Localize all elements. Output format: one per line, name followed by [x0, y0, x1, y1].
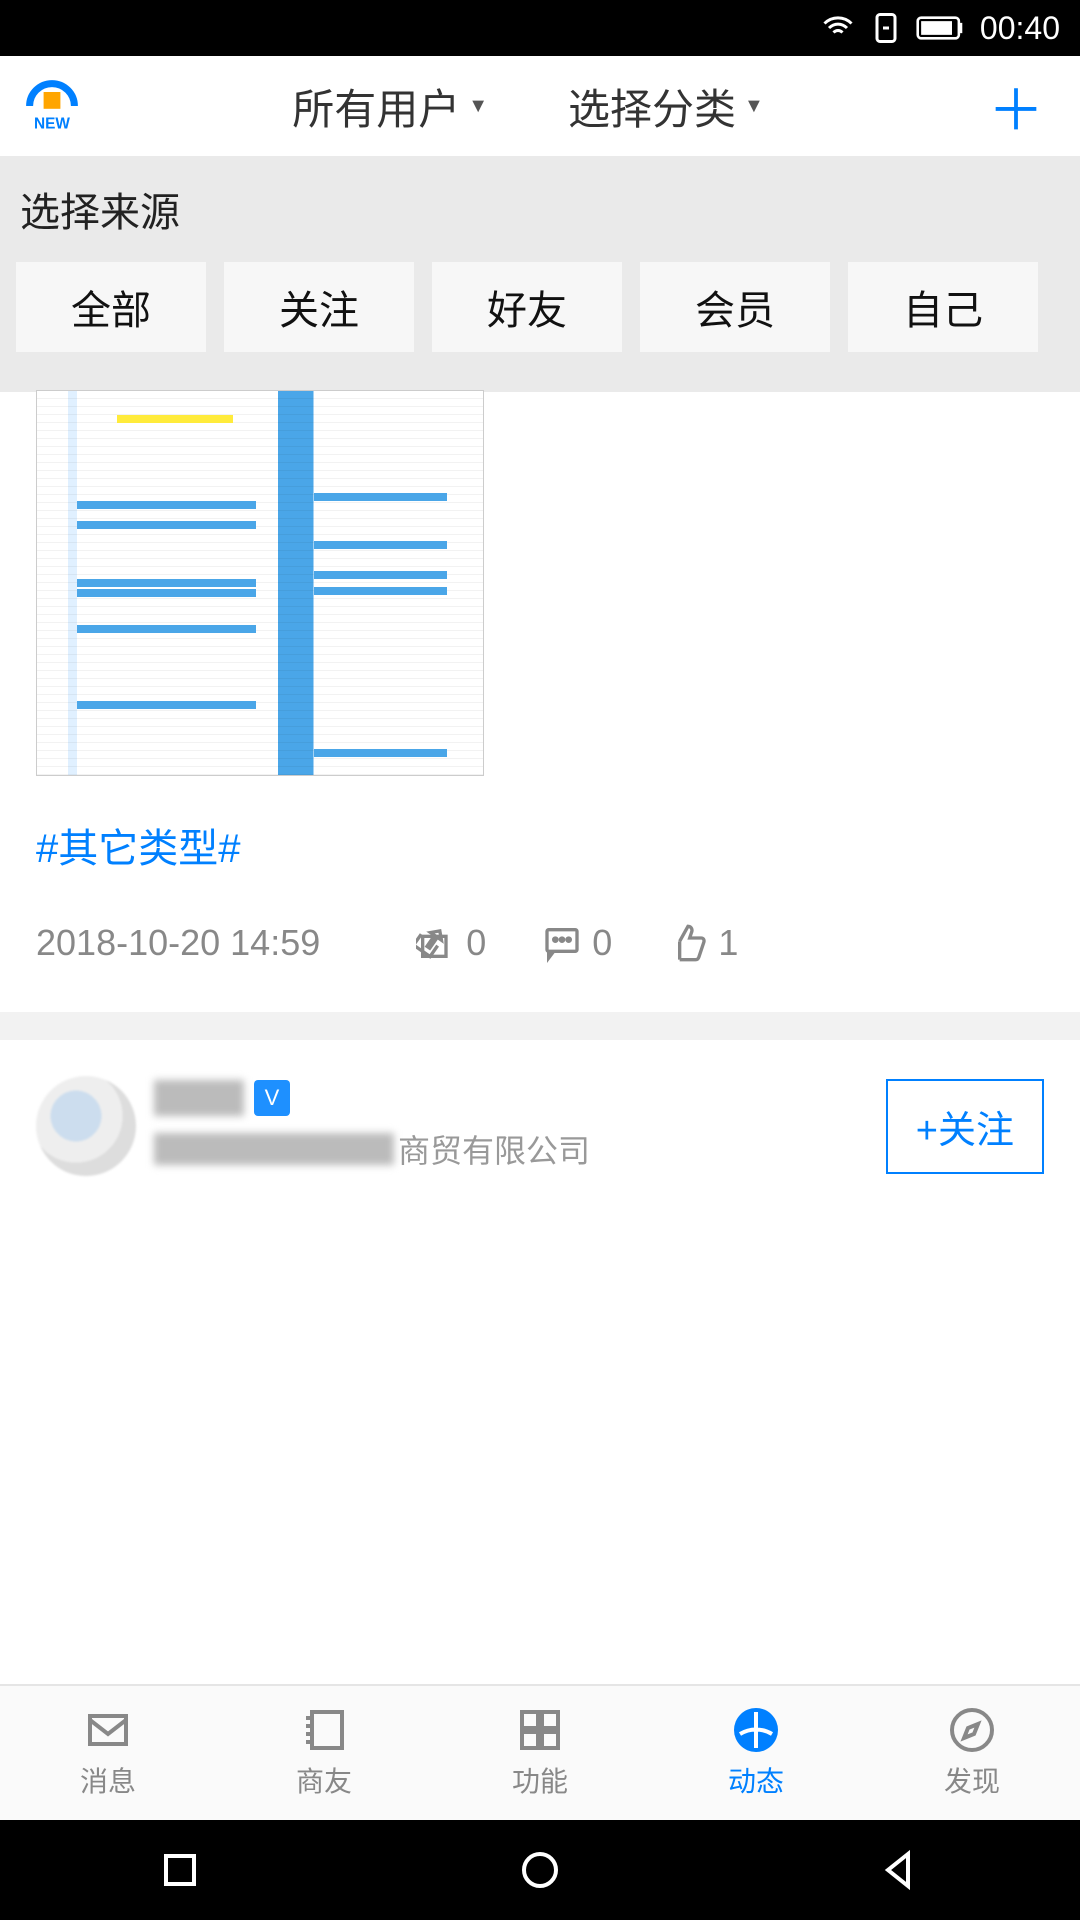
- user-filter-label: 所有用户: [292, 76, 460, 137]
- contacts-icon: [300, 1706, 348, 1754]
- comment-icon: [542, 923, 582, 963]
- post-meta: 2018-10-20 14:59 0 0 1: [36, 922, 1044, 964]
- nav-discover[interactable]: 发现: [864, 1686, 1080, 1820]
- feed-icon: [732, 1706, 780, 1754]
- author-name-redacted: [154, 1080, 244, 1116]
- filter-title: 选择来源: [16, 180, 1064, 238]
- status-bar: 00:40: [0, 0, 1080, 56]
- author-name-row: V: [154, 1080, 868, 1116]
- share-button[interactable]: 0: [416, 922, 486, 964]
- thumbs-up-icon: [668, 923, 708, 963]
- app-logo-icon: NEW: [24, 78, 80, 134]
- company-name-redacted: [154, 1133, 394, 1165]
- nav-label: 消息: [80, 1760, 136, 1800]
- battery-icon: [916, 16, 964, 40]
- chevron-down-icon: ▼: [468, 95, 488, 118]
- user-filter-dropdown[interactable]: 所有用户 ▼: [292, 76, 488, 137]
- follow-button[interactable]: +关注: [886, 1079, 1044, 1174]
- nav-label: 发现: [944, 1760, 1000, 1800]
- post-date: 2018-10-20 14:59: [36, 922, 320, 964]
- filter-chip-friend[interactable]: 好友: [432, 262, 622, 352]
- post-author-info: V 商贸有限公司: [154, 1080, 868, 1172]
- category-filter-dropdown[interactable]: 选择分类 ▼: [568, 76, 764, 137]
- nav-label: 动态: [728, 1760, 784, 1800]
- like-count: 1: [718, 922, 738, 964]
- bottom-nav: 消息 商友 功能 动态 发现: [0, 1684, 1080, 1820]
- nav-functions[interactable]: 功能: [432, 1686, 648, 1820]
- feed-content: #其它类型# 2018-10-20 14:59 0 0 1 V 商贸有限公司: [0, 390, 1080, 1176]
- status-icons: [820, 10, 964, 46]
- nav-label: 功能: [512, 1760, 568, 1800]
- android-back-icon[interactable]: [876, 1846, 924, 1894]
- category-filter-label: 选择分类: [568, 76, 736, 137]
- nav-contacts[interactable]: 商友: [216, 1686, 432, 1820]
- nav-feed[interactable]: 动态: [648, 1686, 864, 1820]
- post-tag[interactable]: #其它类型#: [36, 816, 1044, 874]
- nav-label: 商友: [296, 1760, 352, 1800]
- filter-chip-self[interactable]: 自己: [848, 262, 1038, 352]
- app-header: NEW 所有用户 ▼ 选择分类 ▼ ＋: [0, 56, 1080, 156]
- like-button[interactable]: 1: [668, 922, 738, 964]
- grid-icon: [516, 1706, 564, 1754]
- comment-button[interactable]: 0: [542, 922, 612, 964]
- comment-count: 0: [592, 922, 612, 964]
- post-thumbnail[interactable]: [36, 390, 484, 776]
- add-button[interactable]: ＋: [976, 66, 1056, 147]
- android-home-icon[interactable]: [516, 1846, 564, 1894]
- status-time: 00:40: [980, 10, 1060, 47]
- avatar[interactable]: [36, 1076, 136, 1176]
- filter-chip-member[interactable]: 会员: [640, 262, 830, 352]
- orientation-lock-icon: [868, 10, 904, 46]
- post-header: V 商贸有限公司 +关注: [36, 1040, 1044, 1176]
- share-count: 0: [466, 922, 486, 964]
- android-nav-bar: [0, 1820, 1080, 1920]
- nav-messages[interactable]: 消息: [0, 1686, 216, 1820]
- filter-chip-row: 全部 关注 好友 会员 自己: [16, 262, 1064, 352]
- company-suffix: 商贸有限公司: [398, 1126, 590, 1172]
- filter-chip-all[interactable]: 全部: [16, 262, 206, 352]
- filter-chip-follow[interactable]: 关注: [224, 262, 414, 352]
- feed-divider: [0, 1012, 1080, 1040]
- chevron-down-icon: ▼: [744, 95, 764, 118]
- compass-icon: [948, 1706, 996, 1754]
- author-company: 商贸有限公司: [154, 1126, 868, 1172]
- android-recent-icon[interactable]: [156, 1846, 204, 1894]
- envelope-icon: [84, 1706, 132, 1754]
- svg-text:NEW: NEW: [34, 115, 70, 132]
- share-icon: [416, 923, 456, 963]
- verified-badge-icon: V: [254, 1080, 290, 1116]
- wifi-icon: [820, 10, 856, 46]
- source-filter-panel: 选择来源 全部 关注 好友 会员 自己: [0, 156, 1080, 392]
